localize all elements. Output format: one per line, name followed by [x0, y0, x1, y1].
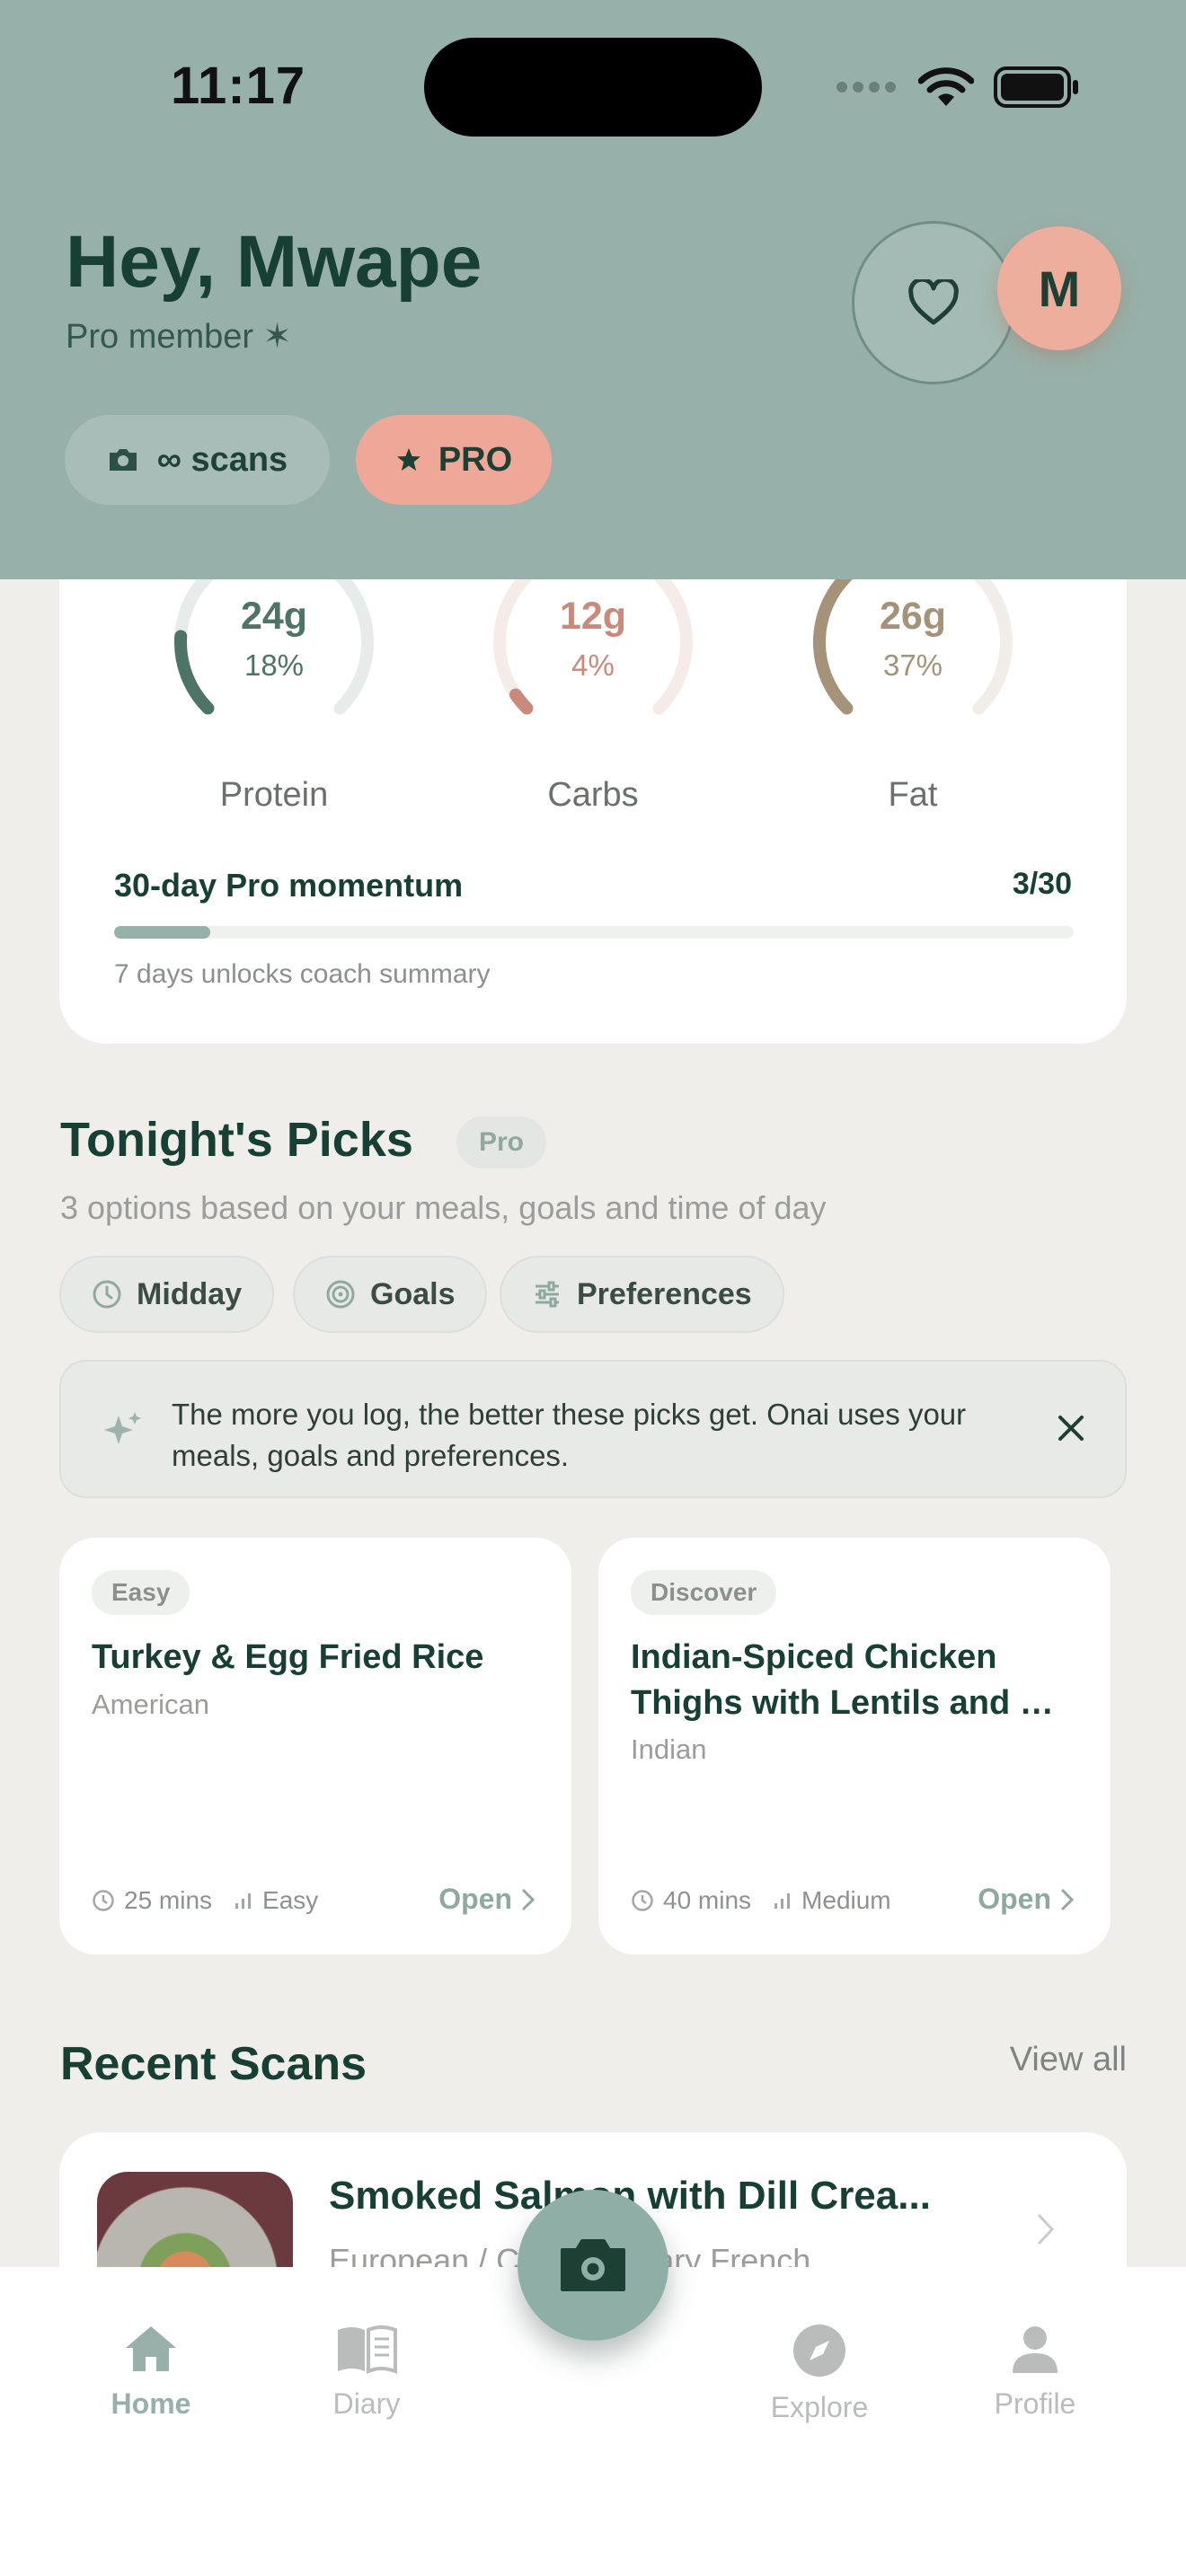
tab-diary[interactable]: Diary [295, 2323, 438, 2421]
scans-chip-label: ∞ scans [156, 440, 288, 479]
momentum-count: 3/30 [1012, 867, 1072, 901]
pro-chip[interactable]: PRO [356, 415, 552, 505]
chevron-right-icon [1038, 2214, 1055, 2245]
dynamic-island [424, 38, 762, 137]
chevron-right-icon [1061, 1889, 1075, 1910]
picks-info-banner: The more you log, the better these picks… [59, 1360, 1127, 1498]
heart-icon [908, 279, 959, 325]
tab-diary-label: Diary [332, 2387, 401, 2420]
macro-label: Protein [219, 776, 329, 814]
tab-explore-label: Explore [770, 2391, 869, 2423]
battery-icon [994, 66, 1078, 108]
recipe-card[interactable]: Discover Indian-Spiced Chicken Thighs wi… [598, 1538, 1111, 1954]
clock-icon [632, 1890, 653, 1911]
momentum-progress-bar [114, 926, 1074, 939]
recipe-meta: 25 mins Easy [92, 1886, 318, 1915]
compass-icon [793, 2325, 845, 2377]
macro-label: Carbs [547, 776, 639, 814]
close-icon[interactable] [1053, 1410, 1089, 1446]
recipe-title: Turkey & Egg Fried Rice [92, 1638, 484, 1676]
recipe-tag: Discover [631, 1570, 777, 1615]
difficulty-icon [235, 1893, 252, 1909]
tab-home[interactable]: Home [79, 2323, 223, 2421]
recipe-time: 40 mins [663, 1886, 752, 1914]
recipe-difficulty: Medium [801, 1886, 891, 1914]
recent-scans-title: Recent Scans [60, 2038, 367, 2090]
favorites-button[interactable] [852, 221, 1015, 384]
person-icon [1013, 2326, 1058, 2373]
clock-icon [93, 1280, 121, 1309]
tab-home-label: Home [111, 2387, 191, 2420]
clock-icon [93, 1890, 114, 1911]
recipe-open-label: Open [978, 1883, 1051, 1915]
filter-goals-label: Goals [370, 1276, 456, 1311]
camera-icon [109, 449, 137, 471]
star-icon [396, 448, 420, 471]
sliders-icon [535, 1281, 559, 1308]
recipe-tag: Easy [92, 1570, 190, 1615]
scan-camera-button[interactable] [518, 2190, 668, 2341]
recipe-cuisine: Indian [631, 1734, 707, 1765]
difficulty-icon [774, 1893, 791, 1909]
wifi-icon [918, 67, 974, 106]
cellular-signal-icon [836, 82, 896, 93]
view-all-link[interactable]: View all [1010, 2041, 1127, 2079]
chevron-right-icon [522, 1889, 535, 1910]
picks-info-text: The more you log, the better these picks… [172, 1398, 967, 1472]
recipe-time: 25 mins [124, 1886, 213, 1914]
greeting: Hey, Mwape [66, 221, 482, 303]
momentum-progress-fill [114, 926, 210, 939]
filter-preferences[interactable]: Preferences [500, 1256, 784, 1333]
tab-explore[interactable]: Explore [748, 2323, 891, 2424]
home-icon [126, 2326, 176, 2371]
header: 11:17 Hey, Mwape Pro member ✶ M ∞ scans [0, 0, 1186, 579]
recipe-meta: 40 mins Medium [631, 1886, 891, 1915]
momentum-title: 30-day Pro momentum [114, 867, 464, 904]
membership-label: Pro member ✶ [66, 318, 292, 356]
picks-pro-badge: Pro [456, 1116, 546, 1169]
status-icons [836, 66, 1080, 108]
avatar[interactable]: M [997, 226, 1121, 350]
scans-chip[interactable]: ∞ scans [65, 415, 330, 505]
macro-label: Fat [888, 776, 938, 814]
recipe-open-button[interactable]: Open [978, 1883, 1075, 1916]
picks-title: Tonight's Picks [60, 1113, 413, 1167]
tab-profile-label: Profile [994, 2387, 1076, 2420]
recipe-difficulty: Easy [262, 1886, 319, 1914]
camera-icon [561, 2239, 625, 2291]
filter-goals[interactable]: Goals [293, 1256, 488, 1333]
target-icon [326, 1280, 355, 1309]
momentum-note: 7 days unlocks coach summary [114, 959, 491, 989]
sparkle-icon [104, 1412, 141, 1444]
pro-chip-label: PRO [438, 440, 513, 479]
recipe-open-label: Open [438, 1883, 512, 1915]
filter-preferences-label: Preferences [577, 1276, 752, 1311]
recipe-cuisine: American [92, 1689, 209, 1720]
picks-subtitle: 3 options based on your meals, goals and… [60, 1189, 827, 1226]
book-icon [338, 2325, 397, 2375]
recipe-card[interactable]: Easy Turkey & Egg Fried Rice American 25… [59, 1538, 571, 1954]
recipe-title: Indian-Spiced Chicken Thighs with Lentil… [631, 1638, 1054, 1722]
filter-midday[interactable]: Midday [59, 1256, 275, 1333]
status-time: 11:17 [171, 57, 306, 115]
filter-midday-label: Midday [137, 1276, 243, 1311]
tab-profile[interactable]: Profile [963, 2323, 1107, 2421]
recipe-open-button[interactable]: Open [438, 1883, 535, 1916]
